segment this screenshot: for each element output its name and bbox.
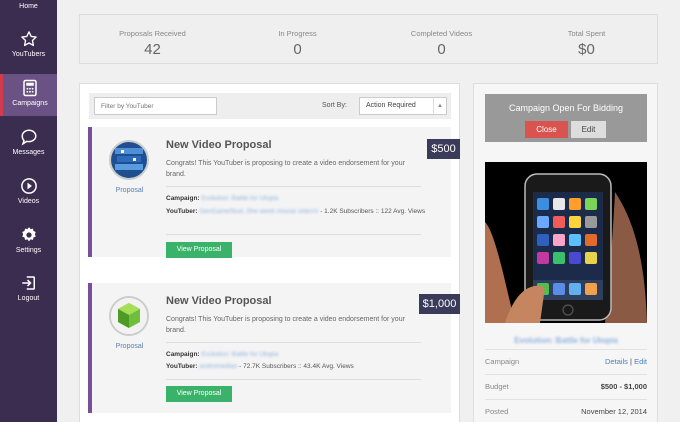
filter-bar: Sort By: Action Required ▲ [89,93,451,119]
detail-key: Posted [485,407,509,416]
campaign-link[interactable]: Evolution: Battle for Utopia [201,351,278,358]
sidebar-item-messages[interactable]: Messages [0,124,57,164]
avatar-label: Proposal [115,343,144,350]
stat-label: Total Spent [567,29,606,38]
edit-button[interactable]: Edit [571,121,606,138]
sidebar-item-label: Campaigns [12,100,48,107]
campaign-status-title: Campaign Open For Bidding [508,103,624,113]
sidebar: Home YouTubers Campaigns Messages Videos… [0,0,57,422]
sidebar-item-settings[interactable]: Settings [0,222,57,262]
stat-completed-videos: Completed Videos 0 [369,15,514,65]
stat-value: $0 [578,41,595,58]
proposal-description: Congrats! This YouTuber is proposing to … [166,316,405,334]
campaign-label: Campaign: [166,195,200,202]
posted-detail-row: Posted November 12, 2014 [485,399,647,421]
proposal-youtuber: YouTuber: andromedian - 72.7K Subscriber… [166,361,426,372]
campaign-status-box: Campaign Open For Bidding Close Edit [485,94,647,142]
sort-label: Sort By: [322,102,347,109]
sidebar-item-label: Messages [12,149,45,156]
campaign-image [485,162,647,323]
sidebar-item-label: Settings [15,247,42,254]
campaign-link[interactable]: Evolution: Battle for Utopia [201,195,278,202]
sidebar-item-label: YouTubers [11,51,46,58]
price-tag: $500 [427,139,460,159]
campaign-detail-row: Campaign Details | Edit [485,349,647,371]
divider [166,186,421,187]
detail-key: Budget [485,382,509,391]
edit-link[interactable]: Edit [634,357,647,366]
sidebar-item-youtubers[interactable]: YouTubers [0,26,57,66]
stat-label: Proposals Received [119,29,186,38]
gear-icon [21,227,36,242]
budget-detail-row: Budget $500 - $1,000 [485,374,647,396]
sort-select-value: Action Required [366,102,416,109]
youtuber-stats: - 1.2K Subscribers :: 122 Avg. Views [318,208,426,215]
price-tag: $1,000 [419,294,460,314]
avatar-label: Proposal [115,187,144,194]
proposal-title: New Video Proposal [166,295,272,307]
posted-value: November 12, 2014 [581,407,647,416]
filter-youtuber-input[interactable] [94,97,217,115]
sidebar-item-home[interactable]: Home [0,0,57,18]
proposal-campaign: Campaign: Evolution: Battle for Utopia [166,193,426,204]
campaign-panel: Campaign Open For Bidding Close Edit Evo… [473,83,658,422]
stat-label: In Progress [278,29,317,38]
calculator-icon [23,79,37,97]
details-link[interactable]: Details [605,357,628,366]
youtuber-avatar[interactable] [109,140,149,180]
sort-select[interactable]: Action Required ▲ [359,97,447,115]
detail-key: Campaign [485,357,520,366]
stat-value: 42 [144,41,161,58]
logout-icon [21,276,35,290]
campaign-name: Evolution: Battle for Utopia [514,336,618,345]
proposal-campaign: Campaign: Evolution: Battle for Utopia [166,349,426,360]
sidebar-item-videos[interactable]: Videos [0,173,57,213]
stat-proposals-received: Proposals Received 42 [80,15,225,65]
sidebar-item-campaigns[interactable]: Campaigns [0,74,57,116]
chevron-down-icon: ▲ [433,98,446,114]
view-proposal-button[interactable]: View Proposal [166,242,232,258]
budget-value: $500 - $1,000 [600,382,647,391]
proposal-youtuber: YouTuber: GenGameStud, She week mouse vi… [166,206,426,217]
youtuber-label: YouTuber: [166,208,198,215]
sidebar-item-label: Videos [17,198,40,205]
chat-bubble-icon [20,129,37,146]
detail-links: Details | Edit [605,357,647,366]
youtuber-link[interactable]: GenGameStud, She week mouse video'ir [199,208,318,215]
sidebar-item-logout[interactable]: Logout [0,270,57,310]
star-icon [20,31,37,47]
view-proposal-button[interactable]: View Proposal [166,386,232,402]
stat-in-progress: In Progress 0 [225,15,370,65]
proposal-card: Proposal New Video Proposal Congrats! Th… [88,127,451,258]
youtuber-avatar[interactable] [109,296,149,336]
sidebar-item-label: Home [19,3,38,10]
divider [166,379,421,380]
stat-value: 0 [437,41,446,58]
stat-label: Completed Videos [410,29,473,38]
play-circle-icon [20,178,37,194]
proposal-card: Proposal New Video Proposal Congrats! Th… [88,283,451,413]
youtuber-link[interactable]: andromedian [199,363,237,370]
divider [166,342,421,343]
youtuber-stats: - 72.7K Subscribers :: 43.4K Avg. Views [237,363,354,370]
stat-total-spent: Total Spent $0 [514,15,659,65]
stats-bar: Proposals Received 42 In Progress 0 Comp… [79,14,658,64]
youtuber-label: YouTuber: [166,363,198,370]
divider [166,234,421,235]
campaign-label: Campaign: [166,351,200,358]
proposal-description: Congrats! This YouTuber is proposing to … [166,160,405,178]
proposal-title: New Video Proposal [166,139,272,151]
proposals-panel: Sort By: Action Required ▲ Proposal New … [79,83,460,422]
stat-value: 0 [293,41,302,58]
sidebar-item-label: Logout [17,295,40,302]
close-button[interactable]: Close [525,121,568,138]
